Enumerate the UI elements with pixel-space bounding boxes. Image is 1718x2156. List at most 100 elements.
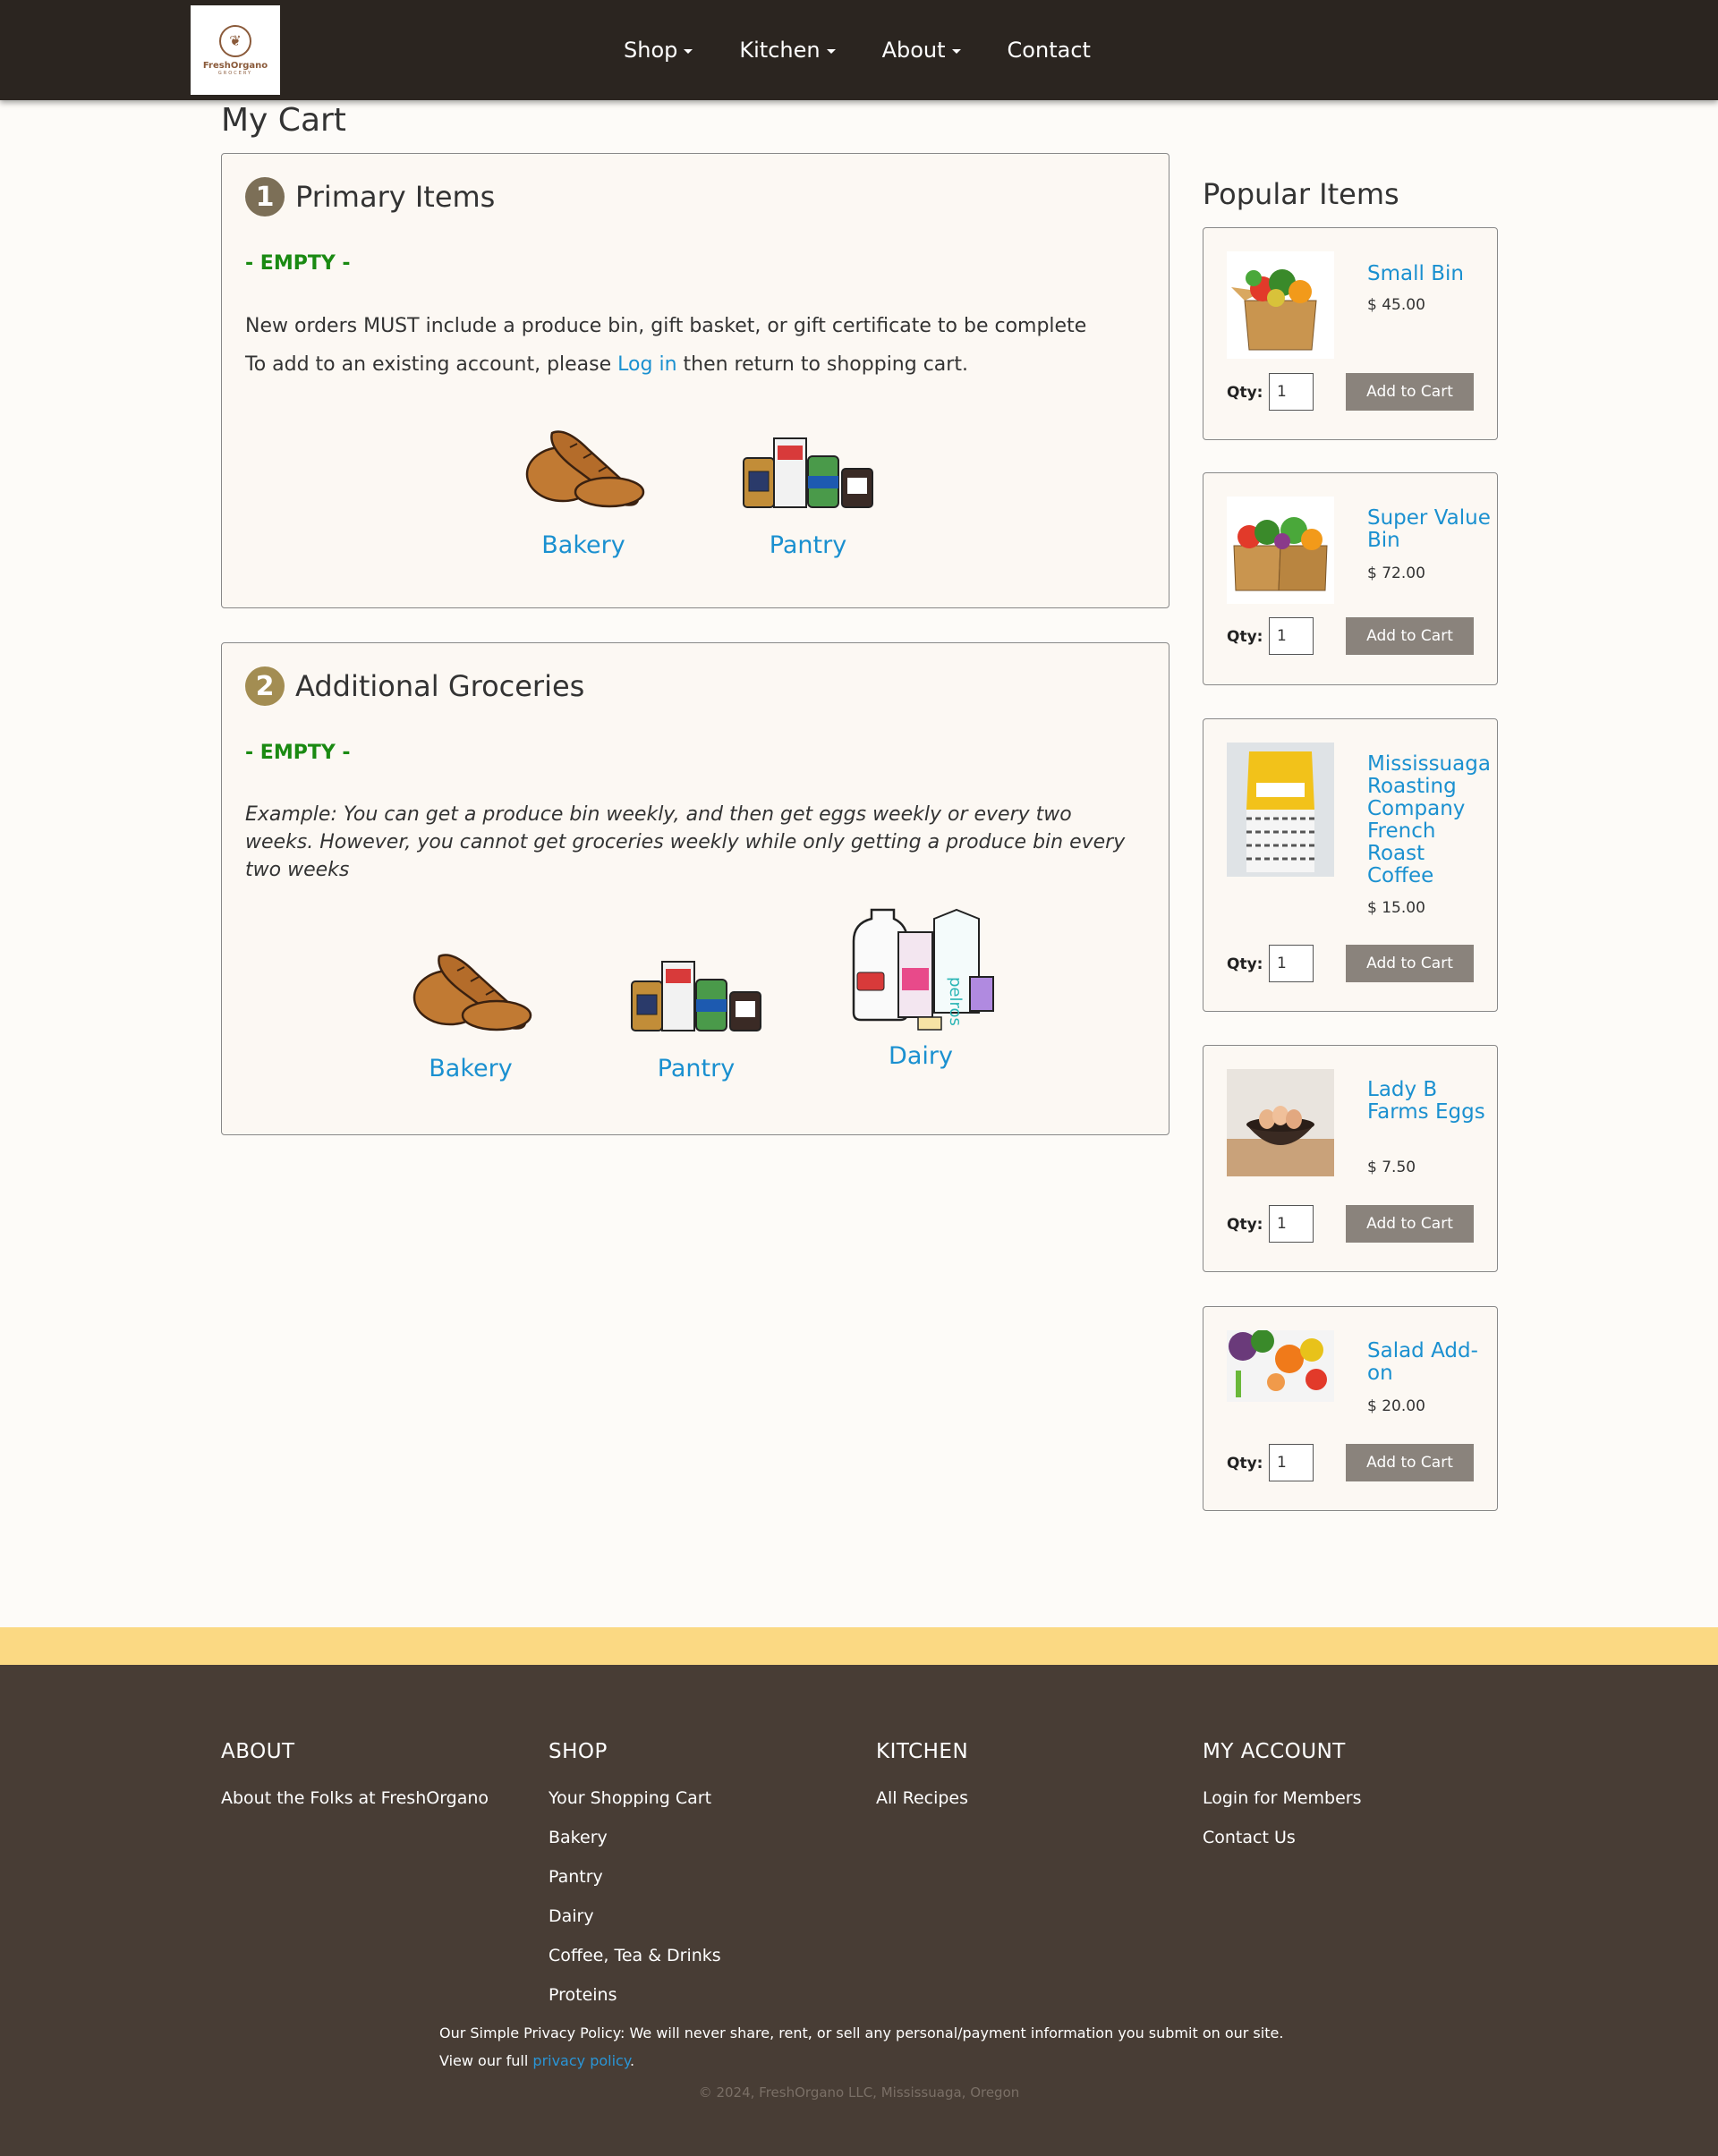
footer-about-column: ABOUT About the Folks at FreshOrgano [221,1740,489,1828]
brand-name: FreshOrgano [202,60,268,71]
product-image[interactable] [1227,1069,1334,1176]
product-price: $ 7.50 [1367,1159,1416,1176]
product-name-link[interactable]: Salad Add-on [1367,1340,1497,1385]
product-name-link[interactable]: Small Bin [1367,263,1497,285]
nav-contact-label: Contact [1007,38,1091,63]
login-line: To add to an existing account, please Lo… [245,353,968,376]
footer-link[interactable]: Coffee, Tea & Drinks [549,1946,721,1965]
footer-heading: SHOP [549,1740,608,1763]
nav-contact[interactable]: Contact [1008,38,1091,63]
step-badge: 2 [245,666,285,706]
empty-status: - EMPTY - [245,252,351,275]
product-name-link[interactable]: Mississuaga Roasting Company French Roas… [1367,753,1497,887]
nav-shop[interactable]: Shop [624,38,693,63]
nav-shop-label: Shop [624,38,678,63]
requirement-line: New orders MUST include a produce bin, g… [245,315,1087,337]
top-navbar: ❦ FreshOrgano GROCERY Shop Kitchen About… [0,0,1718,100]
category-label: Dairy [889,1042,953,1070]
brand-logo[interactable]: ❦ FreshOrgano GROCERY [191,5,280,95]
footer-link[interactable]: Contact Us [1203,1828,1362,1847]
category-pantry[interactable]: Pantry [616,928,777,1082]
product-card: Small Bin $ 45.00 Qty: 1 Add to Cart [1203,227,1498,440]
step-badge: 1 [245,177,285,216]
footer-link[interactable]: Proteins [549,1985,721,2005]
footer-link[interactable]: Pantry [549,1867,721,1887]
nav-about[interactable]: About [882,38,961,63]
product-image[interactable] [1227,743,1334,877]
product-image[interactable] [1227,1330,1334,1402]
product-card: Lady B Farms Eggs $ 7.50 Qty: 1 Add to C… [1203,1045,1498,1272]
section-title: Additional Groceries [295,669,585,703]
product-name-link[interactable]: Lady B Farms Eggs [1367,1079,1497,1124]
brand-sub: GROCERY [217,70,253,76]
add-to-cart-button[interactable]: Add to Cart [1346,1205,1474,1243]
section-title: Primary Items [295,180,496,214]
qty-input[interactable]: 1 [1269,373,1314,411]
category-bakery[interactable]: Bakery [503,404,664,559]
privacy-statement: Our Simple Privacy Policy: We will never… [439,2024,1284,2041]
qty-input[interactable]: 1 [1269,1444,1314,1481]
qty-label: Qty: [1227,1216,1263,1234]
footer-stripe [0,1627,1718,1665]
caret-down-icon [826,49,836,54]
category-bakery[interactable]: Bakery [390,928,551,1082]
footer-heading: MY ACCOUNT [1203,1740,1346,1763]
qty-label: Qty: [1227,628,1263,646]
footer-heading: ABOUT [221,1740,295,1763]
product-name-link[interactable]: Super Value Bin [1367,507,1497,552]
category-label: Bakery [541,531,625,559]
section-header: 1 Primary Items [245,177,495,216]
footer-link[interactable]: Bakery [549,1828,721,1847]
example-text: Example: You can get a produce bin weekl… [245,803,1126,881]
leaf-icon: ❦ [219,24,251,57]
qty-label: Qty: [1227,955,1263,973]
qty-input[interactable]: 1 [1269,617,1314,655]
footer-kitchen-column: KITCHEN All Recipes [876,1740,968,1828]
category-pantry[interactable]: Pantry [727,404,889,559]
add-to-cart-button[interactable]: Add to Cart [1346,617,1474,655]
footer-link[interactable]: Login for Members [1203,1788,1362,1808]
product-price: $ 20.00 [1367,1397,1425,1415]
footer-account-column: MY ACCOUNT Login for Members Contact Us [1203,1740,1362,1867]
nav-kitchen[interactable]: Kitchen [739,38,836,63]
login-link[interactable]: Log in [617,353,676,376]
product-price: $ 45.00 [1367,296,1425,314]
copyright: © 2024, FreshOrgano LLC, Mississuaga, Or… [698,2084,1020,2101]
empty-status: - EMPTY - [245,742,351,764]
caret-down-icon [951,49,961,54]
primary-items-section: 1 Primary Items - EMPTY - New orders MUS… [221,153,1169,608]
category-dairy[interactable]: pelros Dairy [840,903,1001,1070]
add-to-cart-button[interactable]: Add to Cart [1346,945,1474,982]
product-card: Mississuaga Roasting Company French Roas… [1203,718,1498,1012]
product-price: $ 72.00 [1367,564,1425,582]
product-image[interactable] [1227,251,1334,359]
footer-link[interactable]: Your Shopping Cart [549,1788,721,1808]
pantry-icon [620,928,772,1035]
additional-groceries-section: 2 Additional Groceries - EMPTY - Example… [221,642,1169,1135]
page-title: My Cart [221,102,346,139]
bread-icon [507,404,659,512]
requirement-text: New orders MUST include a produce bin, g… [245,307,1086,384]
pantry-icon [732,404,884,512]
footer-link[interactable]: Dairy [549,1906,721,1926]
bread-icon [395,928,547,1035]
footer-link[interactable]: About the Folks at FreshOrgano [221,1788,489,1808]
site-footer: ABOUT About the Folks at FreshOrgano SHO… [0,1665,1718,2156]
qty-label: Qty: [1227,1455,1263,1473]
add-to-cart-button[interactable]: Add to Cart [1346,373,1474,411]
category-label: Pantry [657,1055,736,1082]
qty-input[interactable]: 1 [1269,945,1314,982]
privacy-policy-link[interactable]: privacy policy [532,2052,630,2069]
product-price: $ 15.00 [1367,899,1425,917]
nav-kitchen-label: Kitchen [739,38,821,63]
qty-input[interactable]: 1 [1269,1205,1314,1243]
qty-label: Qty: [1227,384,1263,402]
footer-link[interactable]: All Recipes [876,1788,968,1808]
svg-text:pelros: pelros [946,977,965,1026]
footer-heading: KITCHEN [876,1740,969,1763]
product-image[interactable] [1227,497,1334,604]
add-to-cart-button[interactable]: Add to Cart [1346,1444,1474,1481]
dairy-icon: pelros [845,903,997,1035]
footer-shop-column: SHOP Your Shopping Cart Bakery Pantry Da… [549,1740,721,2024]
product-card: Super Value Bin $ 72.00 Qty: 1 Add to Ca… [1203,472,1498,685]
